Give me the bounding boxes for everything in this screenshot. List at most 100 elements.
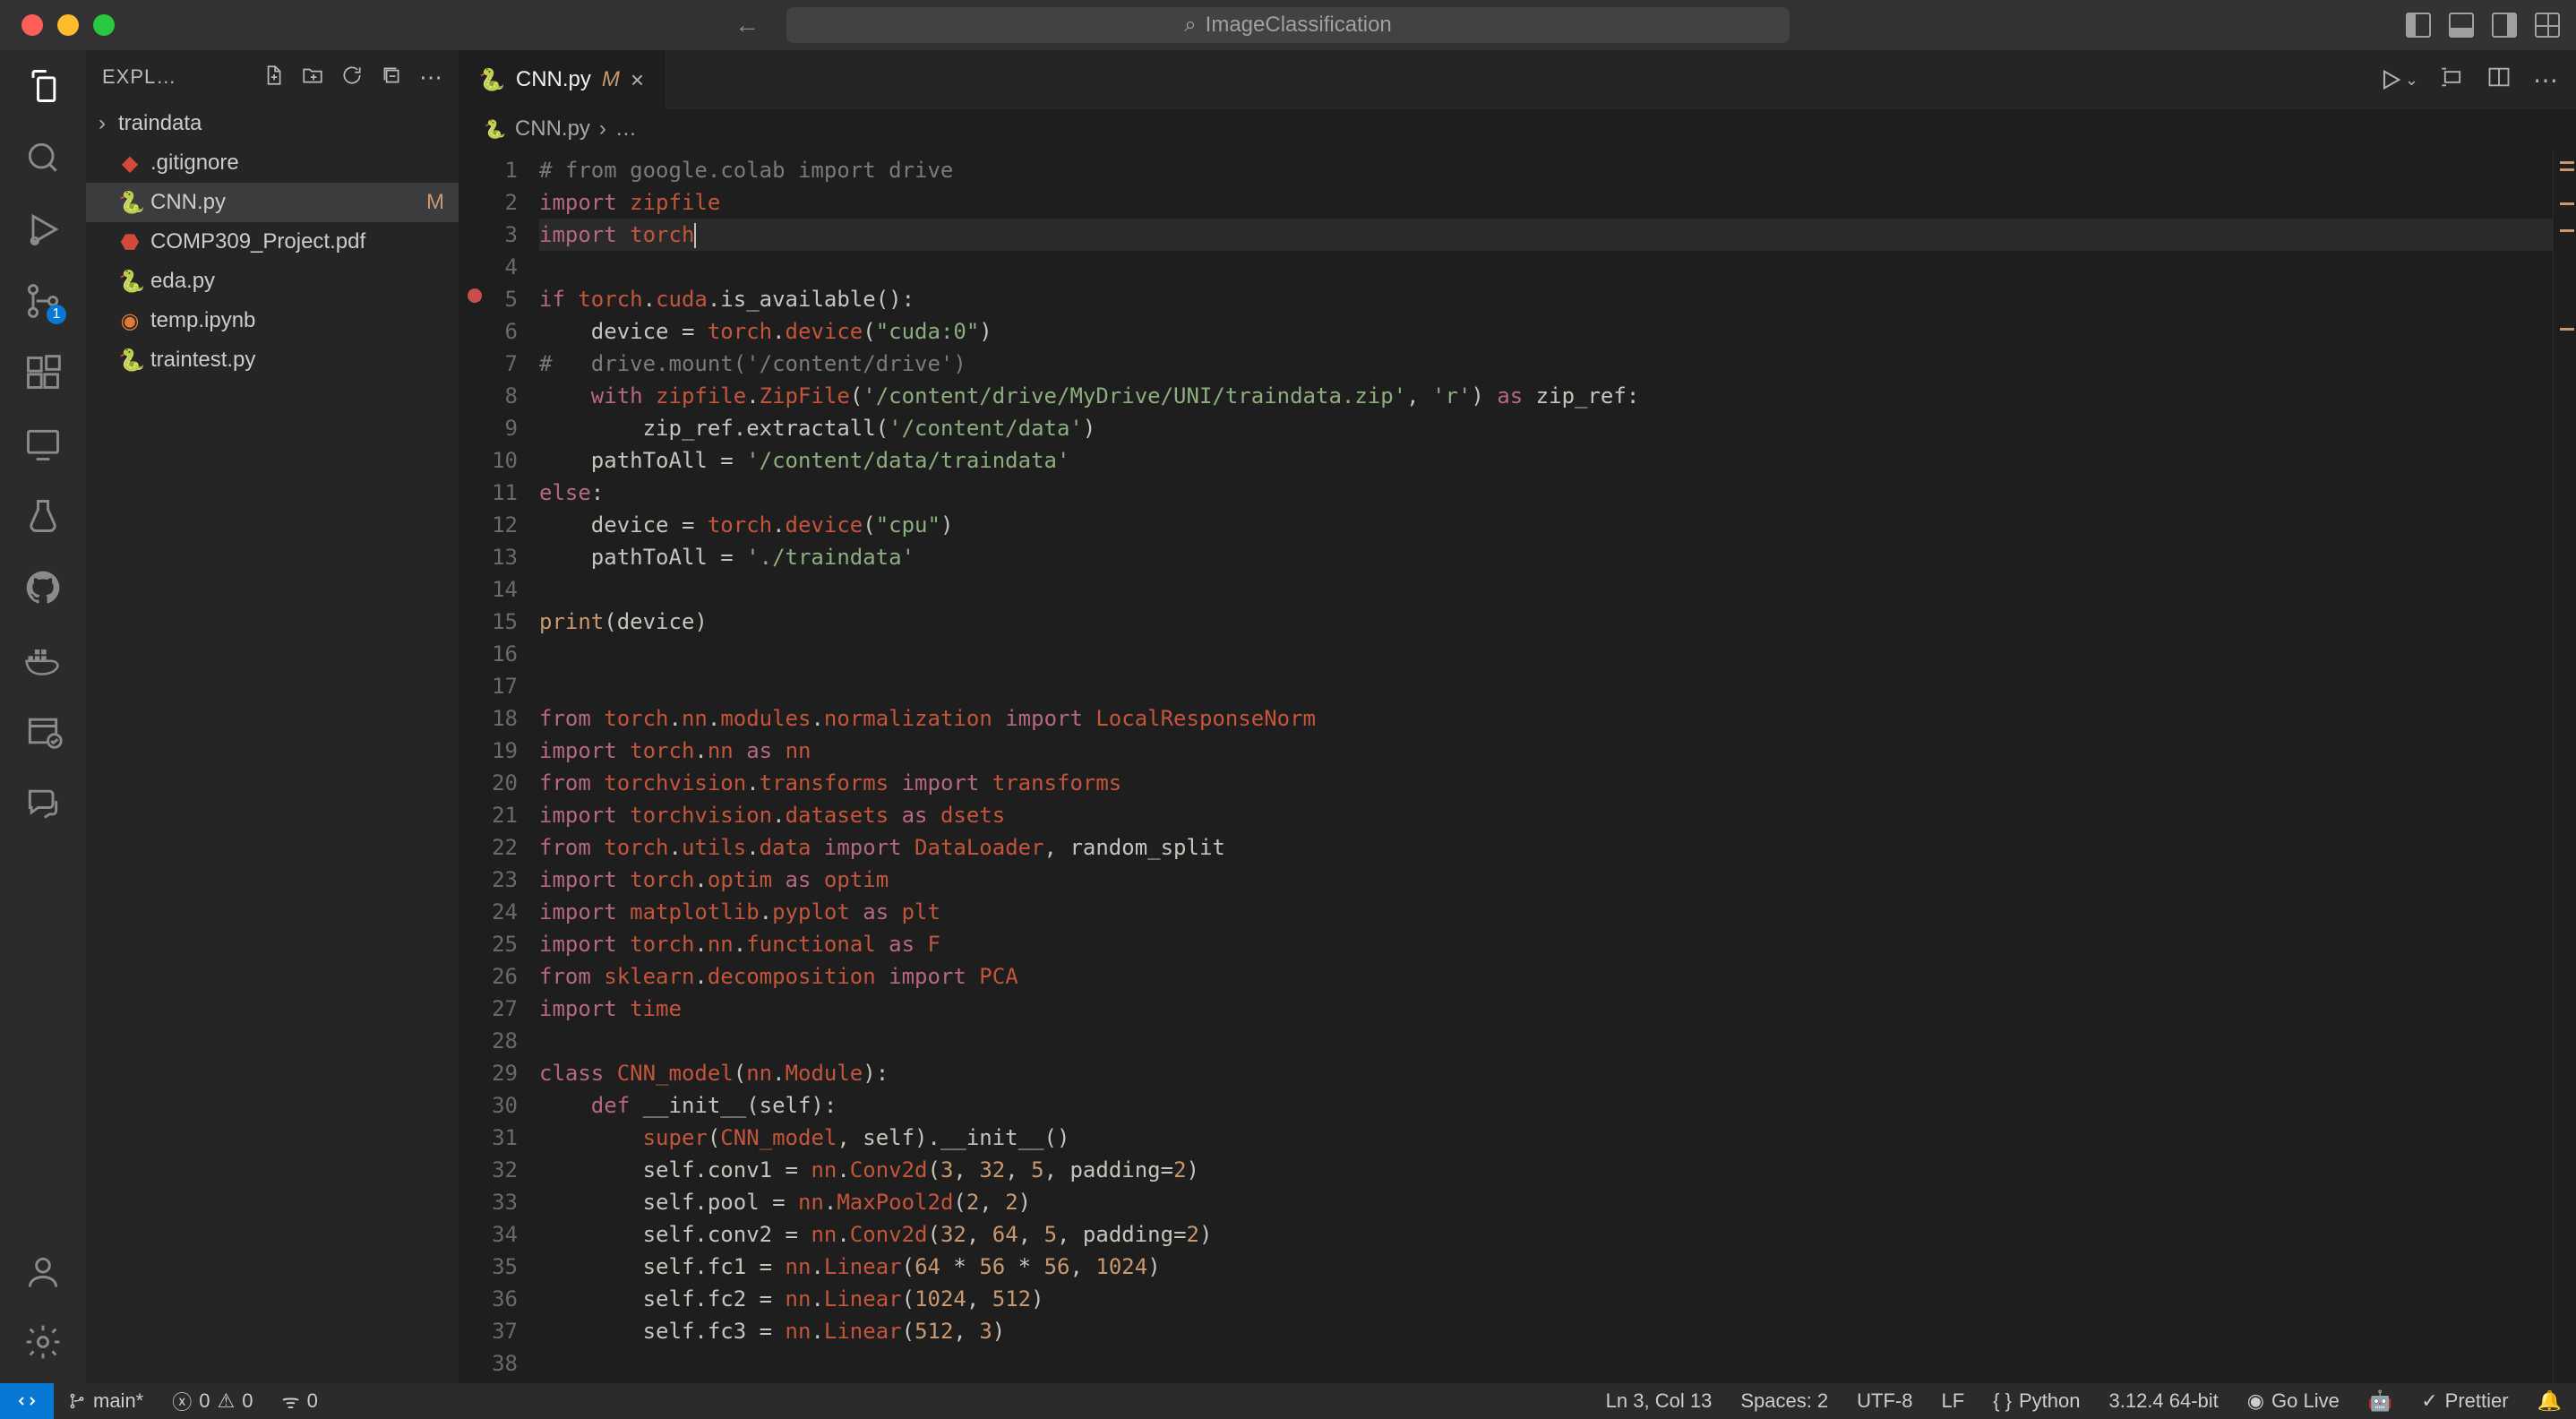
nav-back[interactable]: ← <box>734 11 760 39</box>
status-prettier[interactable]: ✓Prettier <box>2407 1389 2522 1413</box>
file-item[interactable]: ⬣ COMP309_Project.pdf <box>86 222 459 262</box>
activity-search[interactable] <box>23 138 63 177</box>
python-file-icon: 🐍 <box>118 190 142 216</box>
modified-badge: M <box>426 190 444 215</box>
activity-accounts[interactable] <box>23 1252 63 1292</box>
run-by-line-icon[interactable] <box>2440 64 2465 96</box>
window-controls <box>0 14 115 36</box>
activity-chat[interactable] <box>23 783 63 822</box>
python-file-icon: 🐍 <box>118 348 142 374</box>
command-center-text: ImageClassification <box>1206 13 1392 38</box>
toggle-secondary-sidebar-icon[interactable] <box>2492 13 2517 38</box>
run-button[interactable]: ⌄ <box>2378 67 2418 92</box>
file-name: CNN.py <box>150 190 226 215</box>
radio-icon: ᯤ <box>282 1388 300 1415</box>
file-name: traintest.py <box>150 348 255 373</box>
more-icon[interactable]: ⋯ <box>419 64 442 91</box>
editor-actions: ⌄ ⋯ <box>2378 50 2576 109</box>
explorer-sidebar: EXPL… ⋯ traindata ◆ .gitignore 🐍 CNN.py … <box>86 50 459 1383</box>
more-actions-icon[interactable]: ⋯ <box>2533 65 2558 95</box>
braces-icon: { } <box>1993 1389 2012 1413</box>
file-item[interactable]: 🐍 traintest.py <box>86 340 459 380</box>
file-name: .gitignore <box>150 150 239 176</box>
python-file-icon: 🐍 <box>484 118 506 141</box>
warning-icon: ⚠ <box>218 1389 236 1413</box>
explorer-title: EXPL… <box>102 65 262 89</box>
bell-icon: 🔔 <box>2537 1389 2562 1413</box>
breadcrumbs[interactable]: 🐍 CNN.py › … <box>459 109 2576 149</box>
activity-extensions[interactable] <box>23 353 63 392</box>
copilot-icon: 🤖 <box>2368 1389 2392 1413</box>
activity-run-debug[interactable] <box>23 210 63 249</box>
status-branch[interactable]: main* <box>54 1389 158 1413</box>
status-indentation[interactable]: Spaces: 2 <box>1726 1389 1842 1413</box>
file-item[interactable]: ◆ .gitignore <box>86 143 459 183</box>
refresh-icon[interactable] <box>340 64 364 91</box>
status-cursor-position[interactable]: Ln 3, Col 13 <box>1592 1389 1727 1413</box>
remote-indicator[interactable] <box>0 1383 54 1419</box>
status-eol[interactable]: LF <box>1927 1389 1979 1413</box>
file-name: COMP309_Project.pdf <box>150 229 365 254</box>
close-tab-icon[interactable]: × <box>631 66 644 94</box>
toggle-panel-icon[interactable] <box>2449 13 2474 38</box>
titlebar: ← → ⌕ ImageClassification <box>0 0 2576 50</box>
file-item-active[interactable]: 🐍 CNN.py M <box>86 183 459 222</box>
tab-filename: CNN.py <box>516 67 591 92</box>
code-editor[interactable]: 1234567891011121314151617181920212223242… <box>459 149 2576 1383</box>
tab-modified-indicator: M <box>602 67 620 92</box>
git-file-icon: ◆ <box>118 150 142 176</box>
file-item[interactable]: 🐍 eda.py <box>86 262 459 301</box>
scm-badge: 1 <box>47 305 66 324</box>
status-notifications[interactable]: 🔔 <box>2523 1389 2576 1413</box>
error-icon: ⓧ <box>172 1387 192 1415</box>
error-glyph-icon[interactable] <box>468 288 482 303</box>
folder-name: traindata <box>118 111 202 136</box>
activity-source-control[interactable]: 1 <box>23 281 63 321</box>
file-name: temp.ipynb <box>150 308 255 333</box>
status-problems[interactable]: ⓧ0 ⚠0 <box>158 1387 267 1415</box>
file-item-folder[interactable]: traindata <box>86 104 459 143</box>
check-icon: ✓ <box>2421 1389 2437 1413</box>
search-icon: ⌕ <box>1184 13 1196 38</box>
minimize-window[interactable] <box>57 14 79 36</box>
activity-bar: 1 <box>0 50 86 1383</box>
layout-controls <box>2406 13 2560 38</box>
status-bar: main* ⓧ0 ⚠0 ᯤ0 Ln 3, Col 13 Spaces: 2 UT… <box>0 1383 2576 1419</box>
activity-settings[interactable] <box>23 1322 63 1362</box>
split-editor-icon[interactable] <box>2486 64 2512 96</box>
code-content[interactable]: # from google.colab import driveimport z… <box>539 149 2553 1383</box>
activity-testing[interactable] <box>23 496 63 536</box>
collapse-all-icon[interactable] <box>380 64 403 91</box>
line-numbers: 1234567891011121314151617181920212223242… <box>459 149 539 1383</box>
activity-docker[interactable] <box>23 640 63 679</box>
activity-project-manager[interactable] <box>23 711 63 751</box>
editor-tabs: 🐍 CNN.py M × ⌄ ⋯ <box>459 50 2576 109</box>
new-file-icon[interactable] <box>262 64 285 91</box>
file-item[interactable]: ◉ temp.ipynb <box>86 301 459 340</box>
toggle-primary-sidebar-icon[interactable] <box>2406 13 2431 38</box>
broadcast-icon: ◉ <box>2247 1389 2264 1413</box>
status-go-live[interactable]: ◉Go Live <box>2233 1389 2354 1413</box>
maximize-window[interactable] <box>93 14 115 36</box>
editor-group: 🐍 CNN.py M × ⌄ ⋯ 🐍 CNN.py › … <box>459 50 2576 1383</box>
minimap[interactable] <box>2553 149 2576 1383</box>
command-center[interactable]: ⌕ ImageClassification <box>786 7 1790 43</box>
breadcrumb-rest: … <box>615 116 637 142</box>
status-interpreter[interactable]: 3.12.4 64-bit <box>2094 1389 2232 1413</box>
status-ports[interactable]: ᯤ0 <box>268 1388 332 1415</box>
pdf-file-icon: ⬣ <box>118 229 142 255</box>
breadcrumb-sep: › <box>599 116 606 142</box>
activity-remote-explorer[interactable] <box>23 425 63 464</box>
activity-github[interactable] <box>23 568 63 607</box>
status-copilot[interactable]: 🤖 <box>2354 1389 2407 1413</box>
editor-tab[interactable]: 🐍 CNN.py M × <box>459 50 665 109</box>
explorer-header: EXPL… ⋯ <box>86 50 459 104</box>
status-language[interactable]: { }Python <box>1979 1389 2094 1413</box>
close-window[interactable] <box>21 14 43 36</box>
new-folder-icon[interactable] <box>301 64 324 91</box>
activity-explorer[interactable] <box>23 66 63 106</box>
status-encoding[interactable]: UTF-8 <box>1842 1389 1927 1413</box>
python-file-icon: 🐍 <box>478 67 505 93</box>
file-name: eda.py <box>150 269 215 294</box>
customize-layout-icon[interactable] <box>2535 13 2560 38</box>
